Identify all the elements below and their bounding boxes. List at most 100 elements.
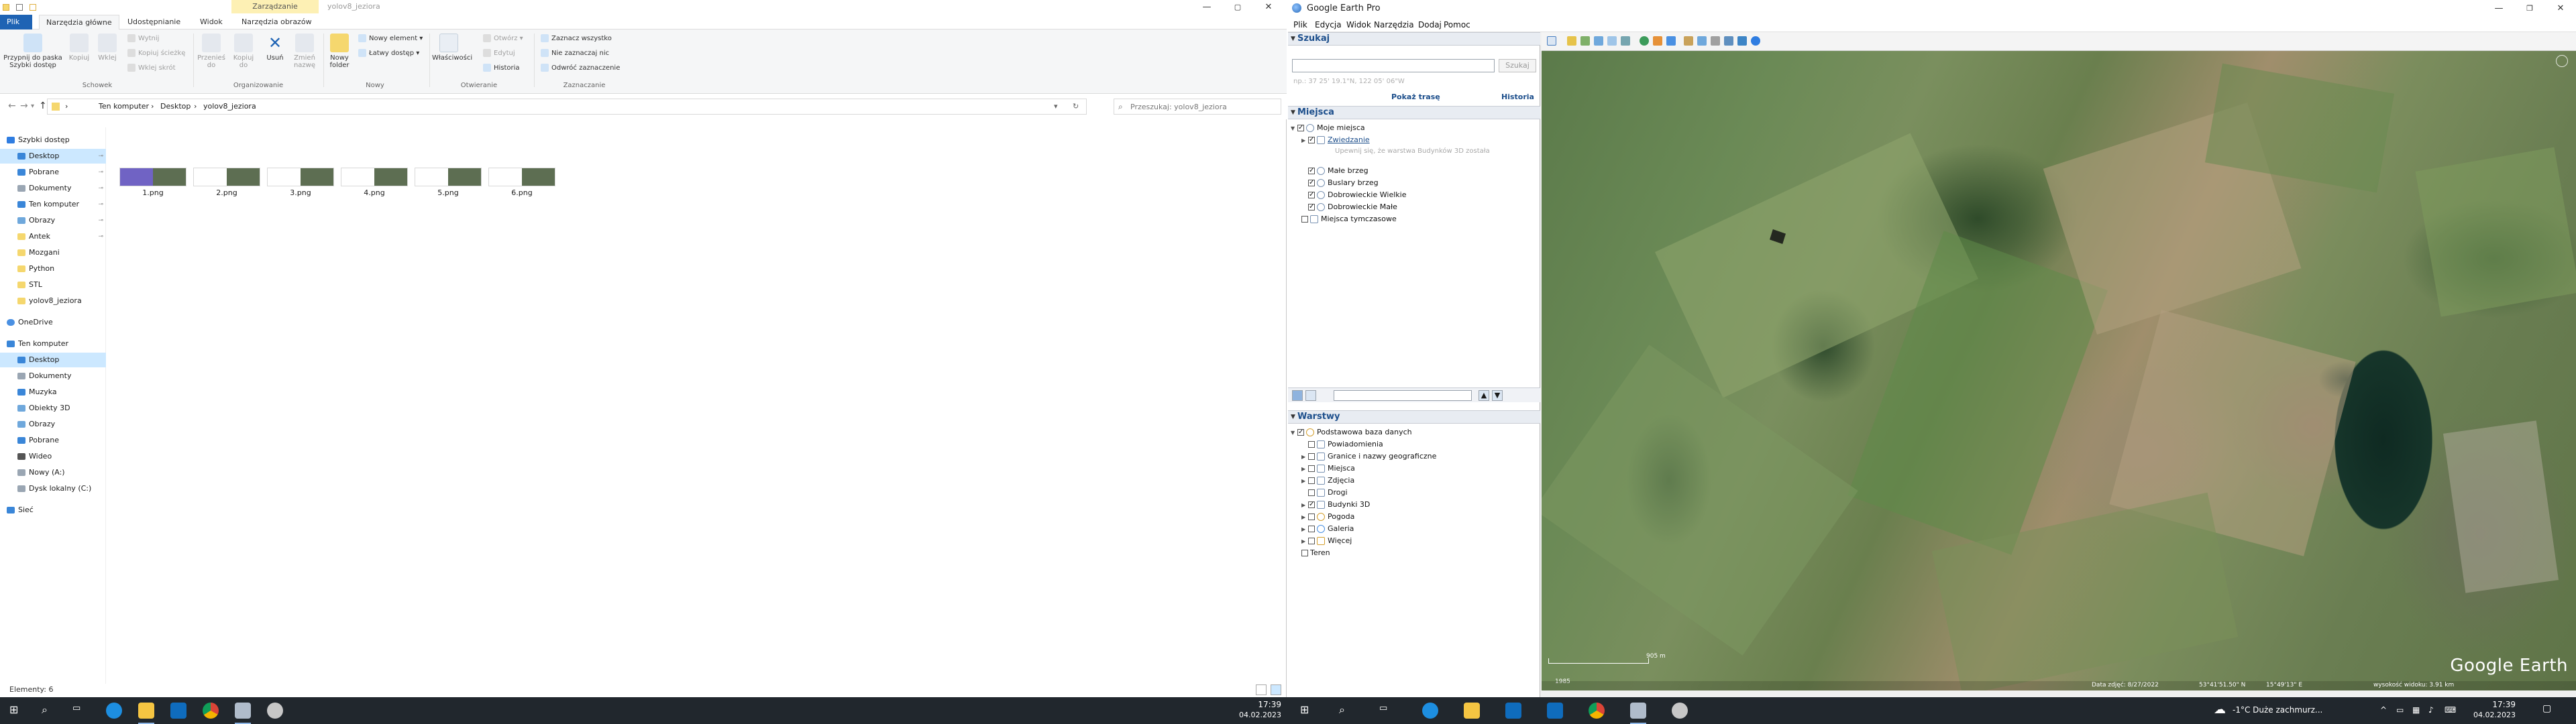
clock-time[interactable]: 17:39 [2469,700,2516,709]
minimize-button[interactable]: — [1191,0,1222,15]
breadcrumb-desktop[interactable]: Desktop [160,102,191,111]
checkbox[interactable] [1308,499,1315,511]
breadcrumb-current-folder[interactable]: yolov8_jeziora [203,102,256,111]
nav-onedrive[interactable]: OneDrive [0,315,106,330]
tab-share[interactable]: Udostępnianie [121,15,187,29]
file-item[interactable]: 6.png [488,168,555,197]
nav-pc-videos[interactable]: Wideo [0,449,106,464]
properties-button[interactable]: Właściwości [432,34,472,62]
rename-button[interactable]: Zmień nazwę [290,34,319,69]
mail-icon[interactable] [1547,703,1563,719]
edge-icon[interactable] [1422,703,1438,719]
nav-quick-access[interactable]: Szybki dostęp [0,133,106,147]
open-button[interactable]: Otwórz ▾ [483,32,523,46]
nav-pc-music[interactable]: Muzyka [0,385,106,400]
checkbox[interactable] [1308,453,1315,460]
close-button[interactable]: ✕ [1253,0,1284,15]
start-windows-icon[interactable]: ⊞ [1300,703,1309,716]
historical-imagery-icon[interactable] [1640,36,1649,46]
tab-view[interactable]: Widok [193,15,229,29]
refresh-icon[interactable]: ↻ [1073,102,1079,111]
nav-quick-desktop[interactable]: Desktop ⊸ [0,149,106,164]
map-view[interactable]: 905 m Google Earth 1985 Data zdjęć: 8/27… [1542,51,2576,690]
tab-home[interactable]: Narzędzia główne [39,15,119,29]
copy-path-button[interactable]: Kopiuj ścieżkę [127,47,185,60]
chrome-icon[interactable] [1589,703,1605,719]
edge-icon[interactable] [106,703,122,719]
tree-layer[interactable]: Drogi [1301,487,1348,499]
file-item[interactable]: 2.png [193,168,260,197]
checkbox[interactable] [1297,122,1304,134]
easy-access-button[interactable]: Łatwy dostęp ▾ [358,47,419,60]
tree-layer[interactable]: ▶ Zdjęcia [1301,475,1354,487]
tree-layer[interactable]: Powiadomienia [1301,438,1383,450]
task-view-icon[interactable]: ▭ [72,703,80,713]
show-route-link[interactable]: Pokaż trasę [1391,93,1440,101]
new-folder-button[interactable]: Nowy folder [326,34,353,69]
menu-edit[interactable]: Edycja [1315,20,1342,29]
search-icon[interactable]: ⌕ [1339,703,1345,717]
search-icon[interactable]: ⌕ [42,703,48,717]
search-places-icon[interactable] [1292,390,1303,401]
checkbox[interactable] [1308,165,1315,177]
file-explorer-icon[interactable] [1464,703,1480,719]
file-explorer-icon[interactable] [138,703,154,719]
places-panel-header[interactable]: ▼ Miejsca [1288,106,1540,119]
layers-panel-header[interactable]: ▼ Warstwy [1288,410,1540,424]
maximize-button[interactable]: ▢ [1222,0,1253,15]
tree-layer[interactable]: ▶ Więcej [1301,535,1352,547]
nav-pc-pictures[interactable]: Obrazy [0,417,106,432]
move-to-button[interactable]: Przenieś do [196,34,227,69]
checkbox[interactable] [1308,514,1315,520]
earth-gallery-icon[interactable] [1751,36,1760,46]
properties-icon[interactable] [15,4,23,11]
sidebar-toggle-icon[interactable] [1547,36,1556,46]
delete-button[interactable]: ✕ Usuń [262,34,288,62]
nav-pc-desktop[interactable]: Desktop [0,353,106,367]
nav-pc-downloads[interactable]: Pobrane [0,433,106,448]
breadcrumb-this-pc[interactable]: Ten komputer [99,102,149,111]
tree-place[interactable]: Dobrowieckie Wielkie [1308,189,1406,201]
checkbox[interactable] [1308,441,1315,448]
checkbox[interactable] [1308,201,1315,213]
ge-search-button[interactable]: Szukaj [1499,59,1536,72]
placemark-icon[interactable] [1567,36,1576,46]
pin-quick-access-button[interactable]: Przypnij do paska Szybki dostęp [3,34,63,69]
satellite-app-icon[interactable] [1672,703,1688,719]
checkbox[interactable] [1301,216,1308,223]
select-none-button[interactable]: Nie zaznaczaj nic [541,47,609,60]
network-icon[interactable]: ▦ [2412,705,2420,715]
checkbox[interactable] [1308,489,1315,496]
nav-quick-downloads[interactable]: Pobrane ⊸ [0,165,106,180]
mail-icon[interactable] [170,703,186,719]
ruler-icon[interactable] [1684,36,1693,46]
polygon-tool-icon[interactable] [1580,36,1590,46]
move-down-icon[interactable]: ▼ [1492,390,1503,401]
tree-place[interactable]: Małe brzeg [1308,165,1368,177]
checkbox[interactable] [1308,189,1315,201]
image-overlay-icon[interactable] [1607,36,1617,46]
email-icon[interactable] [1697,36,1707,46]
nav-this-pc[interactable]: Ten komputer [0,337,106,351]
record-tour-icon[interactable] [1621,36,1630,46]
clock-date[interactable]: 04.02.2023 [1234,711,1281,719]
checkbox[interactable] [1308,134,1315,146]
cut-button[interactable]: Wytnij [127,32,159,46]
search-panel-header[interactable]: ▼ Szukaj [1288,32,1540,46]
clock-date[interactable]: 04.02.2023 [2469,711,2516,719]
checkbox[interactable] [1297,426,1304,438]
checkbox[interactable] [1301,550,1308,556]
nav-quick-stl[interactable]: STL [0,278,106,292]
edit-button[interactable]: Edytuj [483,47,515,60]
copy-button[interactable]: Kopiuj [66,34,93,62]
ge-search-input[interactable] [1292,59,1495,72]
copy-to-button[interactable]: Kopiuj do [228,34,259,69]
checkbox[interactable] [1308,526,1315,532]
up-arrow-icon[interactable]: ↑ [39,101,47,111]
google-maps-icon[interactable] [1737,36,1747,46]
nav-pc-documents[interactable]: Dokumenty [0,369,106,383]
file-item[interactable]: 1.png [119,168,186,197]
keyboard-icon[interactable]: ⌨ [2445,705,2456,715]
compass-icon[interactable] [2556,55,2568,67]
ge-close-button[interactable]: ✕ [2545,1,2576,16]
